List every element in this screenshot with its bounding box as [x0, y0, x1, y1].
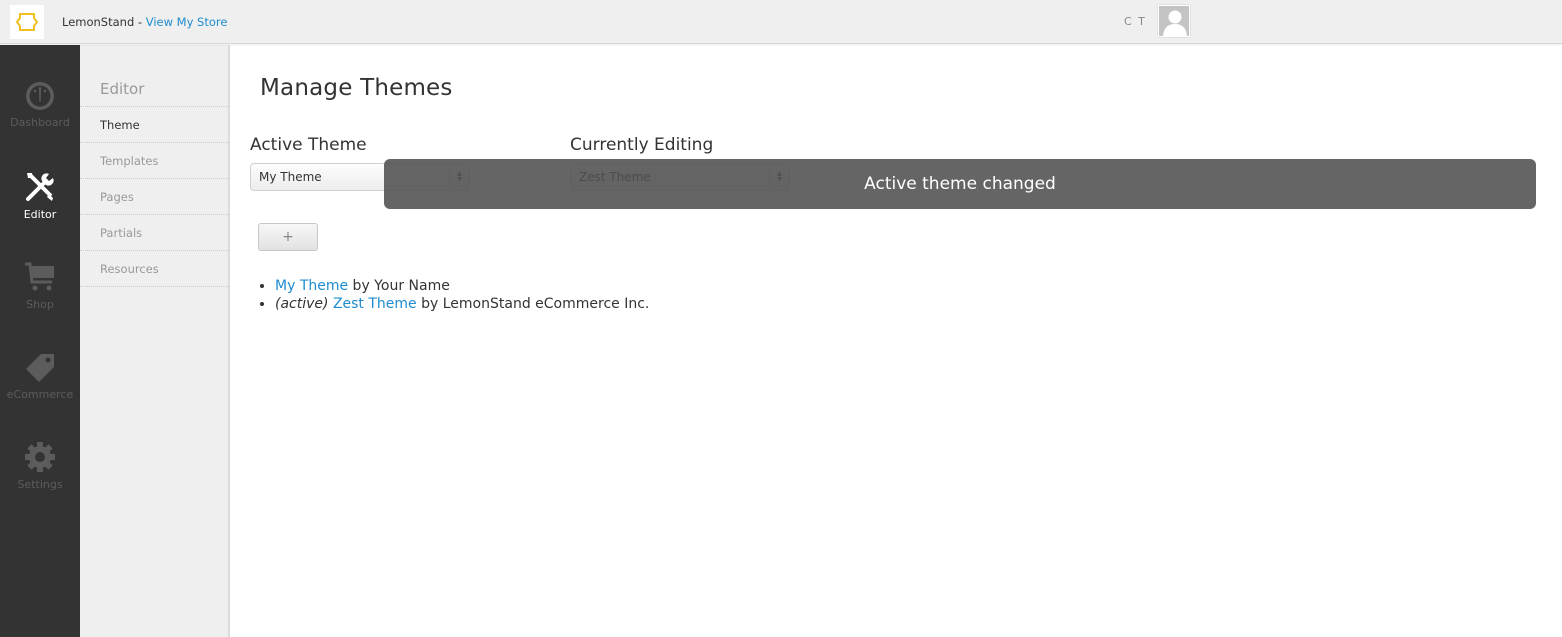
nav-item-dashboard[interactable]: Dashboard [0, 80, 80, 160]
subnav-item-theme[interactable]: Theme [80, 107, 230, 143]
active-marker: (active) [275, 296, 329, 312]
nav-item-settings[interactable]: Settings [0, 440, 80, 520]
editor-subnav: Editor Theme Templates Pages Partials Re… [80, 45, 230, 637]
active-theme-label: Active Theme [250, 135, 367, 155]
tag-icon [26, 354, 54, 382]
theme-list: My Theme by Your Name (active) Zest Them… [275, 277, 649, 313]
subnav-item-resources[interactable]: Resources [80, 251, 230, 287]
subnav-item-pages[interactable]: Pages [80, 179, 230, 215]
theme-list-item: My Theme by Your Name [275, 277, 649, 295]
brand: LemonStand - View My Store [62, 15, 227, 29]
nav-label: Editor [23, 208, 57, 221]
subnav-title: Editor [100, 80, 145, 98]
nav-label: Dashboard [10, 116, 70, 129]
brand-name: LemonStand - [62, 15, 146, 29]
nav-label: eCommerce [6, 388, 74, 401]
lemon-logo-icon [15, 13, 39, 31]
view-store-link[interactable]: View My Store [146, 15, 228, 29]
toast-message: Active theme changed [864, 174, 1056, 194]
user-silhouette-icon [1163, 10, 1187, 36]
theme-list-item: (active) Zest Theme by LemonStand eComme… [275, 295, 649, 313]
nav-item-shop[interactable]: Shop [0, 260, 80, 340]
user-initials: C T [1124, 15, 1147, 28]
lemonstand-logo[interactable] [10, 5, 44, 39]
user-avatar[interactable] [1158, 5, 1190, 37]
add-theme-button[interactable]: + [258, 223, 318, 251]
theme-link-zest-theme[interactable]: Zest Theme [333, 296, 417, 312]
nav-label: Shop [26, 298, 54, 311]
nav-item-ecommerce[interactable]: eCommerce [0, 350, 80, 430]
main-nav: Dashboard Editor Shop eCommerce Settings [0, 45, 80, 637]
currently-editing-label: Currently Editing [570, 135, 714, 155]
theme-link-my-theme[interactable]: My Theme [275, 278, 348, 294]
dashboard-gauge-icon [26, 82, 54, 110]
nav-item-editor[interactable]: Editor [0, 170, 80, 250]
active-theme-value: My Theme [259, 170, 322, 184]
cart-icon [25, 262, 54, 291]
subnav-item-templates[interactable]: Templates [80, 143, 230, 179]
notification-toast[interactable]: Active theme changed [384, 159, 1536, 209]
main-content: Manage Themes Active Theme My Theme ▲▼ C… [232, 45, 1562, 637]
subnav-item-partials[interactable]: Partials [80, 215, 230, 251]
theme-author: by Your Name [348, 278, 450, 294]
subnav-list: Theme Templates Pages Partials Resources [80, 106, 230, 287]
theme-author: by LemonStand eCommerce Inc. [416, 296, 650, 312]
top-bar: LemonStand - View My Store C T [0, 0, 1562, 44]
gear-icon [25, 442, 55, 472]
page-title: Manage Themes [260, 75, 453, 101]
nav-label: Settings [17, 478, 63, 491]
tools-icon [26, 173, 54, 201]
